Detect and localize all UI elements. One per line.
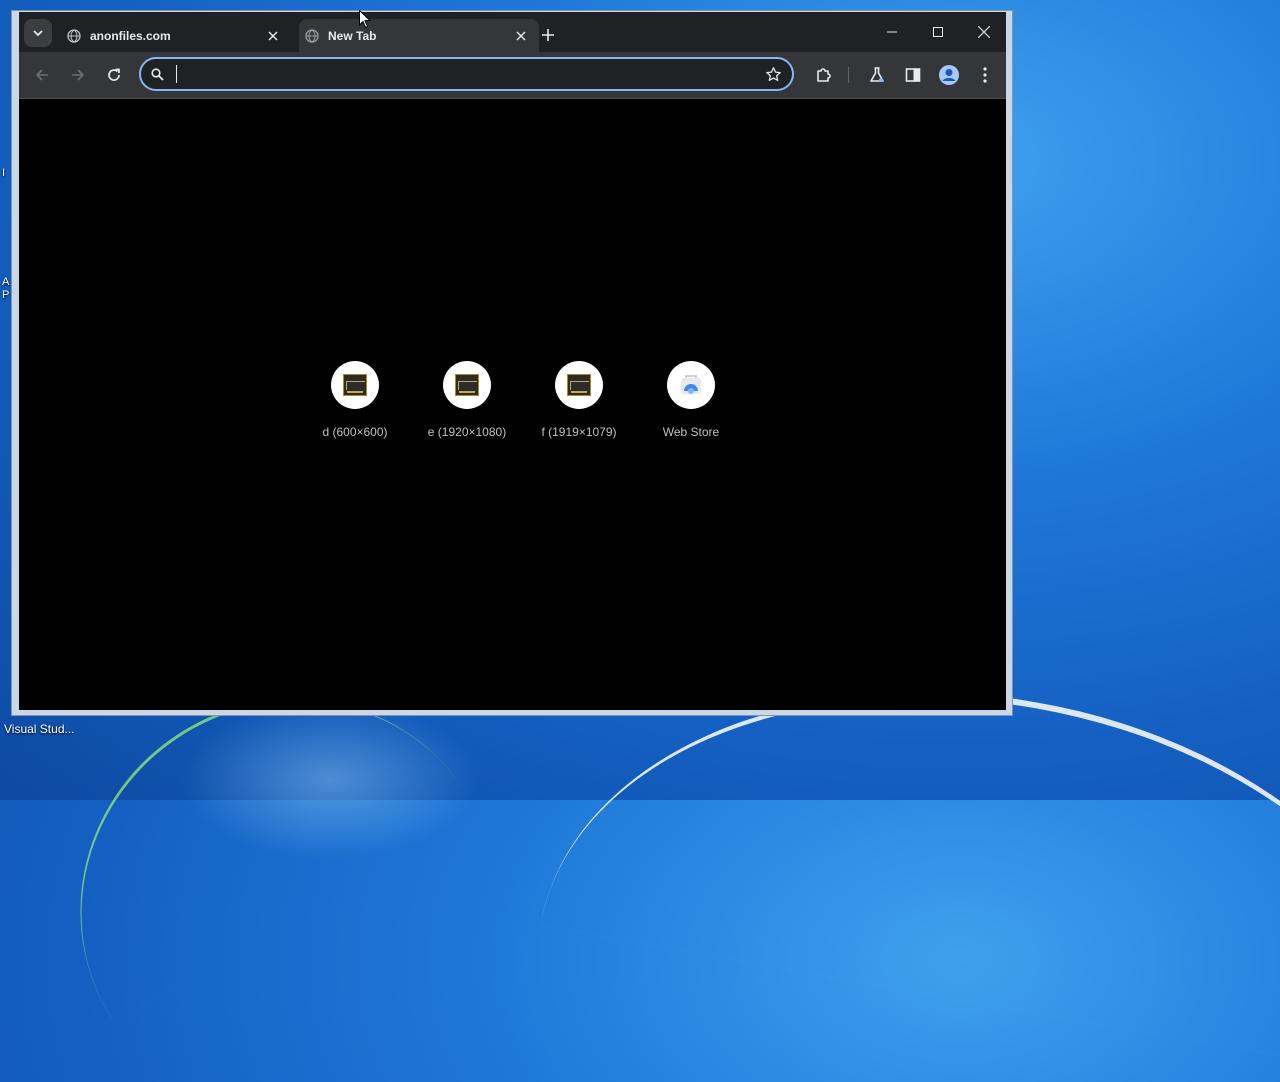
- minimize-icon: [887, 31, 897, 33]
- tab-title: New Tab: [328, 28, 377, 43]
- kebab-menu-icon: [983, 67, 987, 83]
- close-icon: [268, 30, 278, 41]
- chevron-down-icon: [33, 30, 43, 37]
- profile-icon: [939, 65, 959, 85]
- shortcut-label: Web Store: [662, 425, 720, 439]
- close-icon: [978, 26, 990, 38]
- side-panel-button[interactable]: [899, 61, 927, 89]
- side-panel-icon: [905, 68, 921, 82]
- reload-button[interactable]: [100, 61, 128, 89]
- browser-chrome: anonfiles.com New Tab d (600×600) e (192…: [19, 12, 1006, 710]
- extensions-button[interactable]: [810, 61, 838, 89]
- shortcut-label: f (1919×1079): [541, 425, 617, 439]
- shortcut-tile[interactable]: f (1919×1079): [523, 361, 635, 439]
- desktop-shortcut-visual-studio[interactable]: Visual Stud...: [4, 722, 75, 736]
- close-icon: [516, 30, 526, 41]
- maximize-button[interactable]: [915, 16, 961, 48]
- back-button[interactable]: [28, 61, 56, 89]
- browser-window: anonfiles.com New Tab d (600×600) e (192…: [11, 10, 1013, 716]
- flask-icon: [870, 67, 884, 82]
- address-input[interactable]: [175, 65, 735, 83]
- desktop-icon-label-fragment: A: [2, 276, 10, 288]
- menu-button[interactable]: [971, 61, 999, 89]
- search-icon: [151, 68, 164, 81]
- globe-icon: [67, 28, 81, 43]
- shortcut-label: d (600×600): [322, 425, 388, 439]
- profile-button[interactable]: [935, 61, 963, 89]
- shortcut-favicon: [331, 361, 379, 409]
- forward-button[interactable]: [64, 61, 92, 89]
- tab-title: anonfiles.com: [90, 28, 171, 43]
- new-tab-button[interactable]: [537, 24, 559, 46]
- shortcut-favicon: [555, 361, 603, 409]
- plus-icon: [542, 29, 554, 41]
- tab-search-button[interactable]: [24, 19, 52, 47]
- shortcut-favicon: [667, 361, 715, 409]
- image-thumbnail-icon: [343, 374, 367, 396]
- reload-icon: [108, 68, 120, 81]
- maximize-icon: [933, 27, 943, 37]
- image-thumbnail-icon: [567, 374, 591, 396]
- mouse-pointer-icon: [359, 10, 371, 29]
- shortcut-tiles: d (600×600) e (1920×1080) f (1919×1079) …: [299, 361, 747, 439]
- new-tab-page: d (600×600) e (1920×1080) f (1919×1079) …: [19, 99, 1006, 710]
- labs-button[interactable]: [863, 61, 891, 89]
- shortcut-tile[interactable]: d (600×600): [299, 361, 411, 439]
- arrow-left-icon: [35, 69, 48, 81]
- desktop-icon-label-fragment: I: [2, 167, 6, 179]
- toolbar-separator: [848, 67, 849, 83]
- desktop-icon-label-fragment: P: [2, 289, 10, 301]
- tab-strip: anonfiles.com New Tab: [19, 12, 1006, 52]
- shortcut-label: e (1920×1080): [427, 425, 507, 439]
- arrow-right-icon: [72, 69, 85, 81]
- tab-close-button[interactable]: [511, 26, 531, 46]
- image-thumbnail-icon: [455, 374, 479, 396]
- tab-new-tab[interactable]: New Tab: [299, 19, 539, 52]
- text-caret: [176, 65, 177, 83]
- shortcut-tile-web-store[interactable]: Web Store: [635, 361, 747, 439]
- shortcut-tile[interactable]: e (1920×1080): [411, 361, 523, 439]
- minimize-button[interactable]: [869, 16, 915, 48]
- globe-icon: [305, 28, 319, 43]
- close-window-button[interactable]: [961, 16, 1007, 48]
- toolbar: [19, 52, 1006, 99]
- tab-anonfiles[interactable]: anonfiles.com: [59, 19, 291, 52]
- web-store-icon: [681, 375, 701, 394]
- puzzle-icon: [817, 68, 831, 82]
- shortcut-favicon: [443, 361, 491, 409]
- omnibox[interactable]: [139, 57, 794, 91]
- star-icon[interactable]: [765, 66, 782, 83]
- tab-close-button[interactable]: [263, 26, 283, 46]
